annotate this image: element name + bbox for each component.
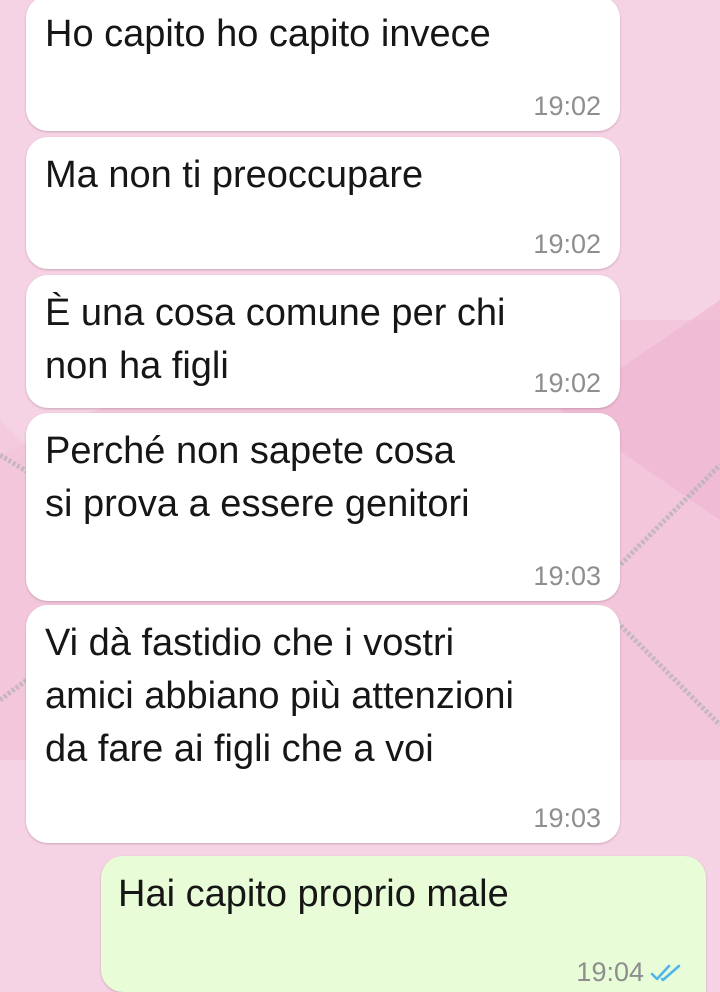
incoming-message-bubble[interactable]: È una cosa comune per chi non ha figli 1… — [26, 275, 620, 408]
message-meta: 19:02 — [533, 368, 601, 399]
message-text: Hai capito proprio male — [118, 873, 509, 915]
message-time: 19:02 — [533, 229, 601, 259]
message-time: 19:04 — [576, 957, 644, 987]
message-meta: 19:03 — [533, 803, 601, 834]
message-text: Perché non sapete cosa si prova a essere… — [45, 430, 470, 525]
message-meta: 19:04 — [576, 957, 682, 988]
incoming-message-bubble[interactable]: Ho capito ho capito invece 19:02 — [26, 0, 620, 131]
incoming-message-bubble[interactable]: Vi dà fastidio che i vostri amici abbian… — [26, 605, 620, 843]
message-meta: 19:03 — [533, 561, 601, 592]
double-check-read-icon — [650, 964, 681, 981]
message-list[interactable]: Ho capito ho capito invece 19:02 Ma non … — [0, 0, 720, 992]
message-text: Ho capito ho capito invece — [45, 13, 491, 55]
outgoing-message-bubble[interactable]: Hai capito proprio male 19:04 — [101, 856, 706, 992]
message-time: 19:02 — [533, 91, 601, 121]
message-time: 19:03 — [533, 803, 601, 833]
message-time: 19:02 — [533, 368, 601, 398]
message-text: Ma non ti preoccupare — [45, 154, 424, 196]
message-time: 19:03 — [533, 561, 601, 591]
message-text: Vi dà fastidio che i vostri amici abbian… — [45, 622, 514, 770]
incoming-message-bubble[interactable]: Perché non sapete cosa si prova a essere… — [26, 413, 620, 601]
message-meta: 19:02 — [533, 229, 601, 260]
message-meta: 19:02 — [533, 91, 601, 122]
incoming-message-bubble[interactable]: Ma non ti preoccupare 19:02 — [26, 137, 620, 269]
message-text: È una cosa comune per chi non ha figli — [45, 292, 506, 387]
